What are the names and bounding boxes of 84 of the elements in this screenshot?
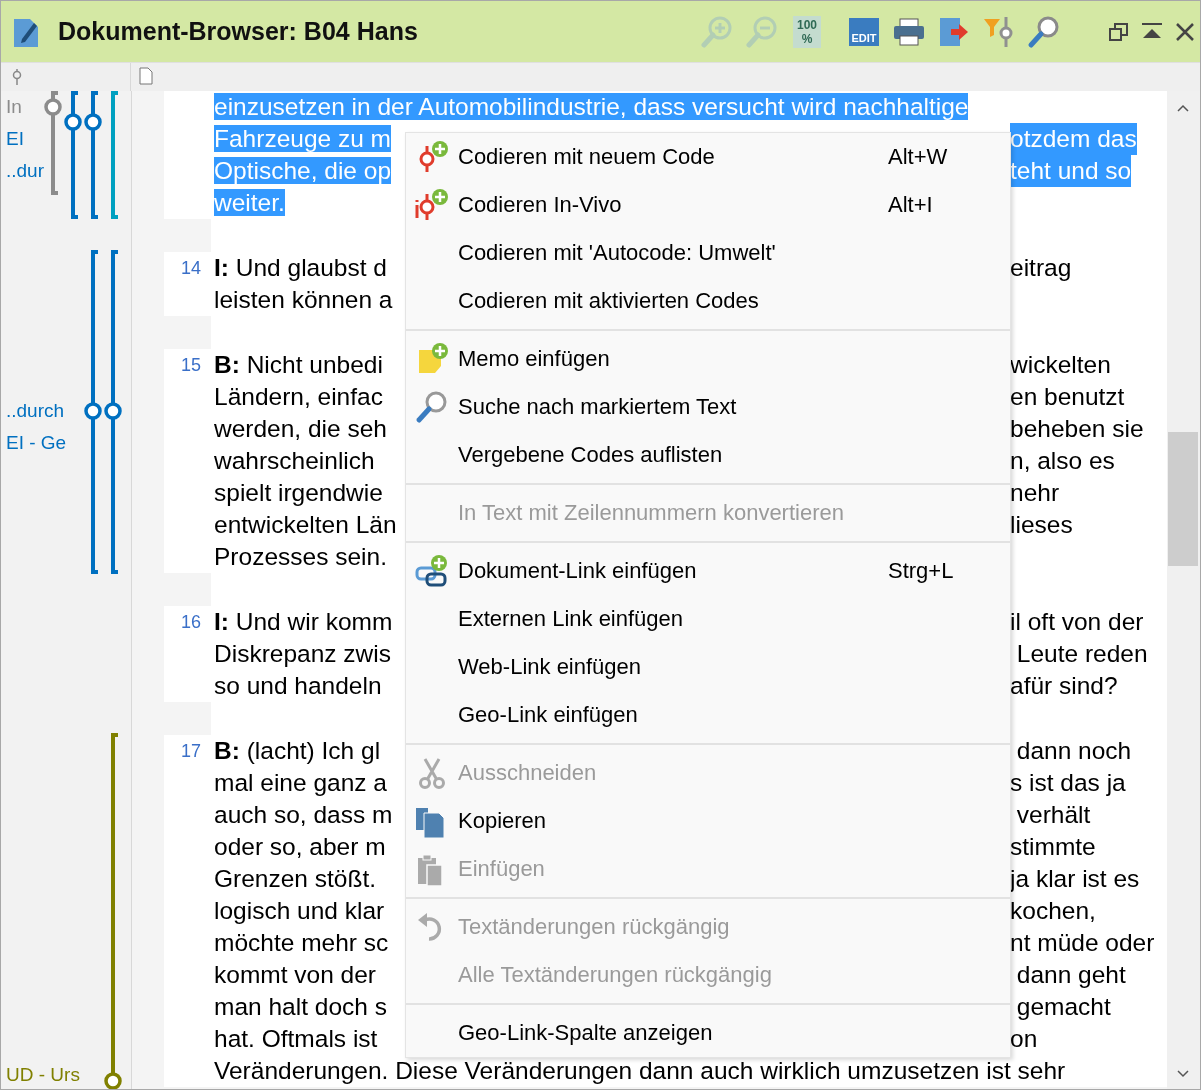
text-line: n, also es — [1010, 446, 1115, 476]
text-line: ja klar ist es — [1010, 864, 1140, 894]
text-line: möchte mehr sc — [214, 929, 389, 956]
text-line: Veränderungen. Diese Veränderungen dann auch wirklich umzusetzen ist sehr — [214, 1057, 1066, 1084]
text-line: lieses — [1010, 510, 1073, 540]
menu-item[interactable]: Codieren mit 'Autocode: Umwelt' — [406, 229, 1010, 277]
menu-item[interactable]: Codieren mit aktivierten Codes — [406, 277, 1010, 325]
text-line: spielt irgendwie — [214, 479, 383, 506]
menu-item[interactable]: Geo-Link-Spalte anzeigen — [406, 1009, 1010, 1057]
text-line: leisten können a — [214, 286, 393, 313]
menu-item[interactable]: Externen Link einfügen — [406, 595, 1010, 643]
window-title: Dokument-Browser: B04 Hans — [58, 17, 418, 46]
paragraph-number: 15 — [180, 355, 201, 375]
text-line: man halt doch s — [214, 993, 387, 1020]
menu-item[interactable]: Geo-Link einfügen — [406, 691, 1010, 739]
text-line: Ländern, einfac — [214, 383, 383, 410]
menu-item[interactable]: Memo einfügen — [406, 335, 1010, 383]
text-line: hat. Oftmals ist — [214, 1025, 378, 1052]
menu-item[interactable]: Dokument-Link einfügen Strg+L — [406, 547, 1010, 595]
paragraph-number: 14 — [180, 258, 201, 278]
text-line: so und handeln — [214, 672, 382, 699]
text-line: I: Und wir komm — [214, 608, 393, 635]
text-line: mal eine ganz a — [214, 769, 387, 796]
code-label[interactable]: ..durch — [6, 399, 65, 423]
menu-item[interactable]: Codieren mit neuem Code Alt+W — [406, 133, 1010, 181]
search-icon — [415, 390, 449, 424]
text-line: kochen, — [1010, 896, 1096, 926]
text-line: entwickelten Län — [214, 511, 397, 538]
link-plus-icon — [415, 554, 449, 588]
menu-item[interactable]: Web-Link einfügen — [406, 643, 1010, 691]
text-line: gemacht — [1015, 992, 1111, 1022]
text-line: Grenzen stößt. — [214, 865, 377, 892]
text-line: verhält — [1015, 800, 1091, 830]
text-line: dann noch — [1015, 736, 1132, 766]
code-label[interactable]: EI - Ge — [6, 431, 67, 455]
text-line: on — [1010, 1024, 1038, 1054]
text-line: nehr — [1010, 478, 1060, 508]
code-stripe[interactable] — [104, 733, 122, 1089]
text-line: I: Und glaubst d — [214, 254, 387, 281]
restore-icon[interactable] — [1108, 20, 1130, 43]
scrollbar[interactable] — [1167, 91, 1200, 1089]
text-line: stimmte — [1010, 832, 1096, 862]
paragraph-number: 16 — [180, 612, 201, 632]
text-line: werden, die seh — [214, 415, 387, 442]
code-stripe[interactable] — [84, 91, 102, 219]
text-line: il oft von der — [1010, 607, 1144, 637]
scroll-up-icon[interactable] — [1176, 103, 1190, 113]
scroll-down-icon[interactable] — [1176, 1069, 1190, 1079]
text-line: eitrag — [1010, 253, 1072, 283]
text-line: Prozesses sein. — [214, 543, 387, 570]
text-line: nt müde oder — [1010, 928, 1155, 958]
code-stripe[interactable] — [104, 250, 122, 574]
in-vivo-code-icon — [415, 188, 449, 222]
text-line: B: Nicht unbedi — [214, 351, 383, 378]
text-line: Diskrepanz zwis — [214, 640, 391, 667]
code-stripe[interactable] — [111, 91, 118, 219]
text-line: beheben sie — [1010, 414, 1144, 444]
text-line: en benutzt — [1010, 382, 1125, 412]
close-icon[interactable] — [1174, 20, 1196, 43]
text-line: logisch und klar — [214, 897, 385, 924]
menu-item[interactable]: Codieren In-Vivo Alt+I — [406, 181, 1010, 229]
paragraph-number: 17 — [180, 741, 201, 761]
text-line: wahrscheinlich — [214, 447, 375, 474]
page-icon — [139, 67, 153, 85]
text-line: kommt von der — [214, 961, 377, 988]
scroll-thumb[interactable] — [1168, 432, 1198, 566]
code-stripe[interactable] — [64, 91, 82, 219]
text-line: s ist das ja — [1010, 768, 1126, 798]
menu-item[interactable]: Kopieren — [406, 797, 1010, 845]
code-stripe[interactable] — [84, 250, 102, 574]
code-label[interactable]: UD - Urs — [6, 1063, 80, 1087]
text-line: afür sind? — [1010, 671, 1118, 701]
menu-item[interactable]: Vergebene Codes auflisten — [406, 431, 1010, 479]
text-line: wickelten — [1010, 350, 1111, 380]
text-line: dann geht — [1015, 960, 1126, 990]
text-line: oder so, aber m — [214, 833, 386, 860]
code-label[interactable]: ..dur — [6, 159, 45, 183]
text-line: Leute reden — [1015, 639, 1148, 669]
menu-item[interactable]: Suche nach markiertem Text — [406, 383, 1010, 431]
text-line: auch so, dass m — [214, 801, 393, 828]
code-label[interactable]: EI — [6, 127, 24, 151]
code-stripe[interactable] — [44, 91, 62, 195]
text-line: B: (lacht) Ich gl — [214, 737, 381, 764]
pin-icon[interactable] — [11, 69, 23, 85]
